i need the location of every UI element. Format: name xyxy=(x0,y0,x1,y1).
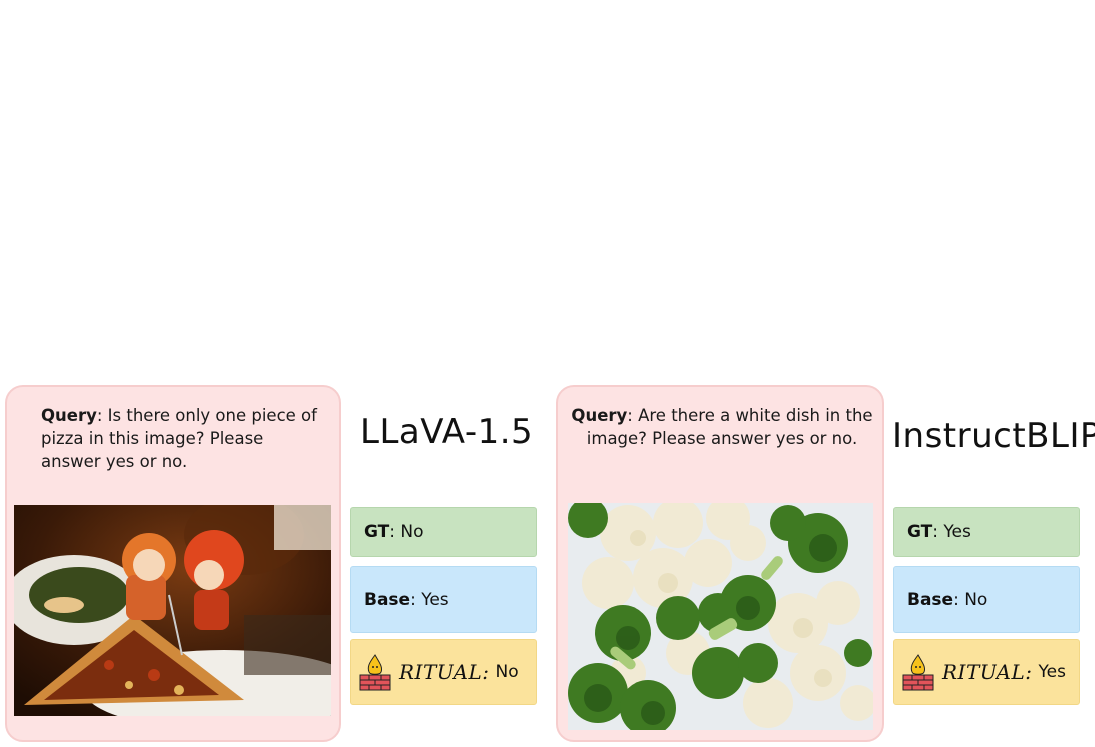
gt-value: : Yes xyxy=(932,522,971,542)
query-body: : Are there a white dish in the image? P… xyxy=(586,406,873,448)
ritual-box: RITUAL: Yes xyxy=(893,639,1080,705)
gt-label: GT xyxy=(907,522,933,542)
gt-box: GT: Yes xyxy=(893,507,1080,557)
base-box: Base: No xyxy=(893,566,1080,633)
query-label: Query xyxy=(571,406,628,425)
base-value: : No xyxy=(953,589,988,610)
ritual-value: Yes xyxy=(1038,662,1066,682)
broccoli-cauliflower-photo xyxy=(568,503,873,730)
ritual-label: RITUAL: xyxy=(942,660,1033,684)
base-label: Base xyxy=(907,589,954,610)
model-title: InstructBLIP xyxy=(892,416,1095,456)
flame-on-brick-icon xyxy=(902,654,934,691)
query-text: Query: Are there a white dish in the ima… xyxy=(568,404,876,450)
panel-instructblip: Query: Are there a white dish in the ima… xyxy=(0,0,1095,747)
